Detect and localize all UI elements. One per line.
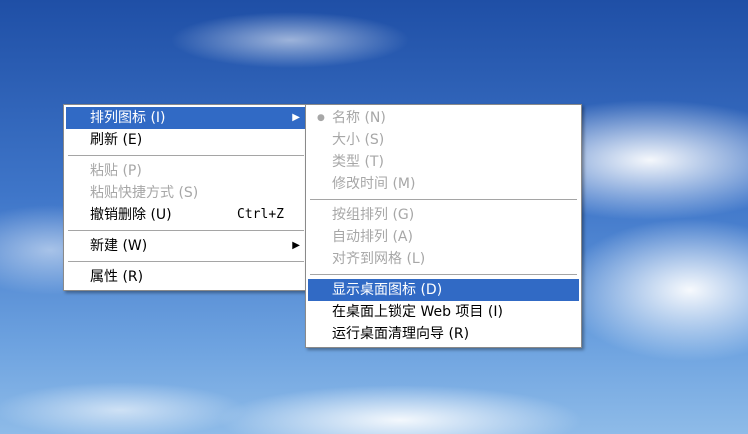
submenu-item-size: 大小 (S) [308, 129, 579, 151]
menu-item-label: 名称 (N) [332, 110, 386, 126]
menu-separator [310, 199, 577, 200]
submenu-item-show-desktop-icons[interactable]: 显示桌面图标 (D) [308, 279, 579, 301]
menu-item-label: 粘贴快捷方式 (S) [90, 185, 199, 201]
menu-item-label: 自动排列 (A) [332, 229, 413, 245]
menu-item-label: 运行桌面清理向导 (R) [332, 326, 470, 342]
menu-separator [68, 230, 304, 231]
menu-item-label: 对齐到网格 (L) [332, 251, 426, 267]
submenu-item-auto-arrange: 自动排列 (A) [308, 226, 579, 248]
menu-item-paste: 粘贴 (P) [66, 160, 306, 182]
menu-item-label: 修改时间 (M) [332, 176, 416, 192]
menu-item-label: 显示桌面图标 (D) [332, 282, 443, 298]
menu-item-label: 粘贴 (P) [90, 163, 142, 179]
menu-item-label: 类型 (T) [332, 154, 384, 170]
submenu-item-show-in-groups: 按组排列 (G) [308, 204, 579, 226]
radio-bullet-icon: ● [317, 113, 325, 123]
menu-item-label: 属性 (R) [90, 269, 144, 285]
menu-separator [310, 274, 577, 275]
menu-separator [68, 155, 304, 156]
menu-item-label: 撤销删除 (U) [90, 207, 172, 223]
submenu-item-cleanup-wizard[interactable]: 运行桌面清理向导 (R) [308, 323, 579, 345]
submenu-item-modified: 修改时间 (M) [308, 173, 579, 195]
submenu-arrow-icon: ▶ [292, 240, 300, 251]
arrange-icons-submenu: ● 名称 (N) 大小 (S) 类型 (T) 修改时间 (M) 按组排列 (G)… [305, 104, 582, 348]
menu-item-new[interactable]: 新建 (W) ▶ [66, 235, 306, 257]
submenu-arrow-icon: ▶ [292, 112, 300, 123]
menu-item-properties[interactable]: 属性 (R) [66, 266, 306, 288]
menu-item-refresh[interactable]: 刷新 (E) [66, 129, 306, 151]
menu-item-paste-shortcut: 粘贴快捷方式 (S) [66, 182, 306, 204]
menu-item-undo-delete[interactable]: 撤销删除 (U) Ctrl+Z [66, 204, 306, 226]
menu-item-label: 大小 (S) [332, 132, 385, 148]
submenu-item-name: ● 名称 (N) [308, 107, 579, 129]
menu-item-label: 按组排列 (G) [332, 207, 415, 223]
menu-item-arrange-icons[interactable]: 排列图标 (I) ▶ [66, 107, 306, 129]
desktop-context-menu: 排列图标 (I) ▶ 刷新 (E) 粘贴 (P) 粘贴快捷方式 (S) 撤销删除… [63, 104, 309, 291]
menu-item-label: 刷新 (E) [90, 132, 143, 148]
menu-separator [68, 261, 304, 262]
menu-item-shortcut: Ctrl+Z [237, 207, 284, 222]
submenu-item-type: 类型 (T) [308, 151, 579, 173]
menu-item-label: 在桌面上锁定 Web 项目 (I) [332, 304, 503, 320]
submenu-item-align-to-grid: 对齐到网格 (L) [308, 248, 579, 270]
menu-item-label: 排列图标 (I) [90, 110, 166, 126]
menu-item-label: 新建 (W) [90, 238, 148, 254]
submenu-item-lock-web-items[interactable]: 在桌面上锁定 Web 项目 (I) [308, 301, 579, 323]
